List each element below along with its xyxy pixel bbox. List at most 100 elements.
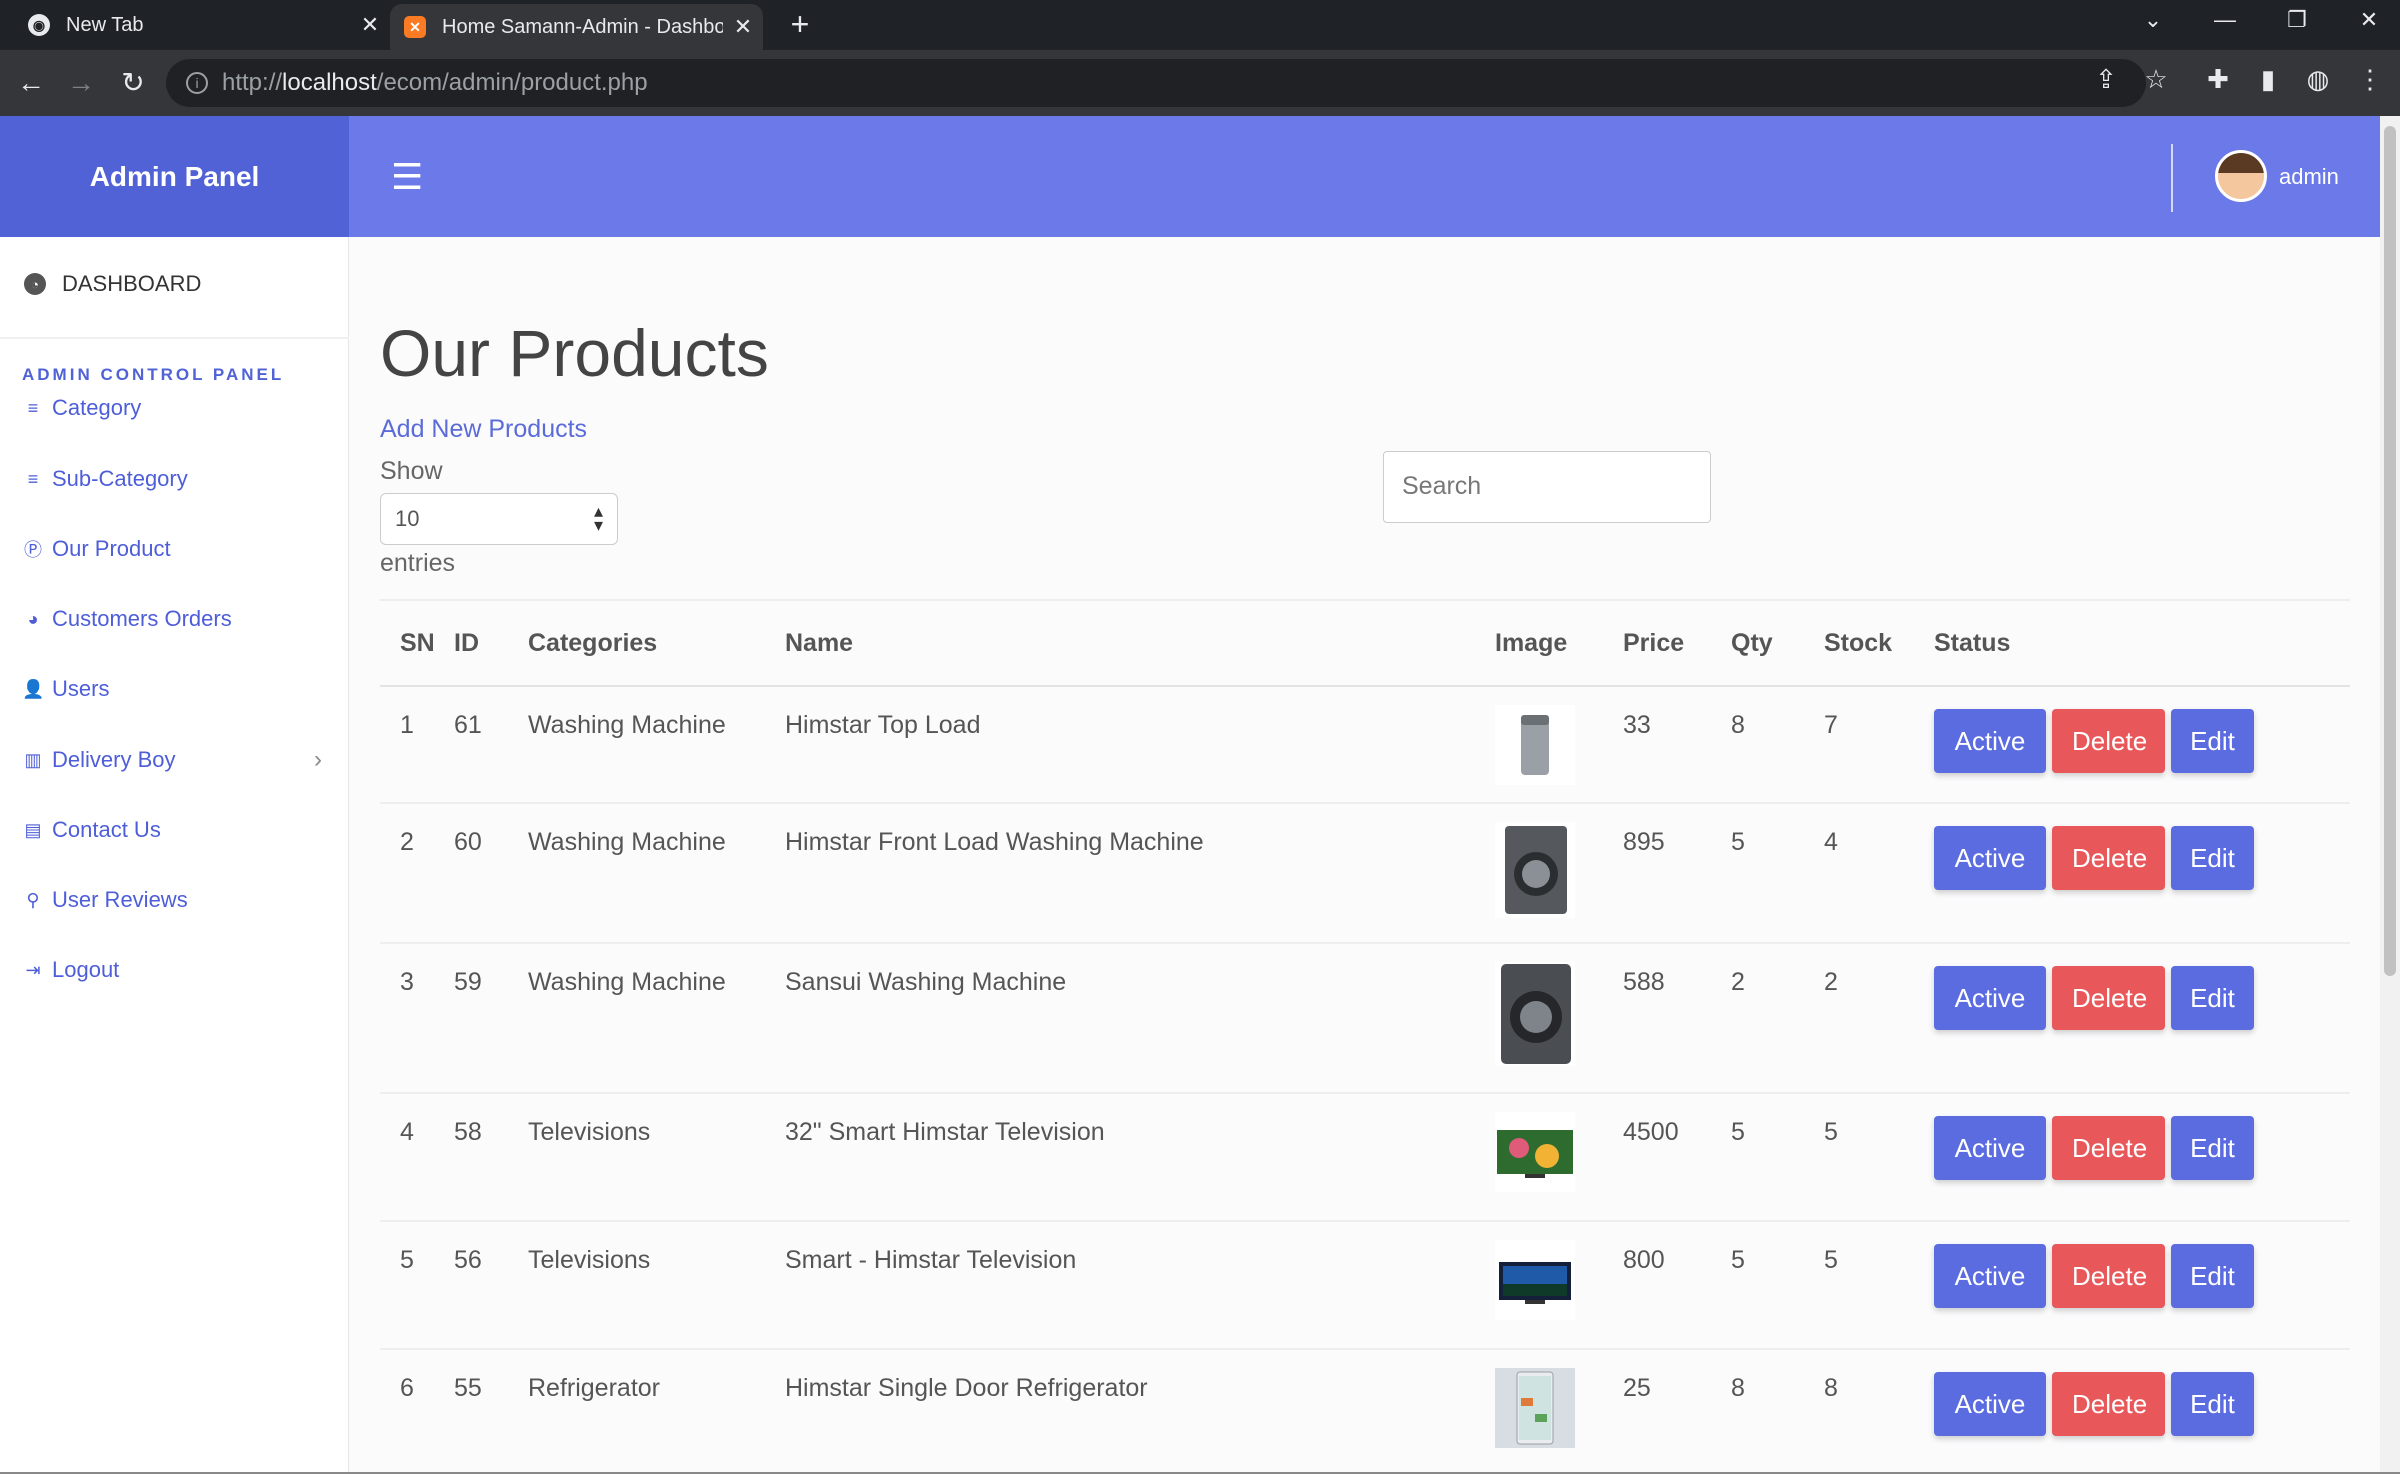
sidebar-item-customers-orders[interactable]: ◕ Customers Orders [22, 606, 322, 632]
active-button[interactable]: Active [1934, 1372, 2046, 1436]
column-header[interactable]: Name [785, 599, 1495, 687]
edit-button[interactable]: Edit [2171, 1116, 2254, 1180]
chevron-right-icon[interactable]: › [314, 746, 322, 774]
column-header[interactable]: ID [454, 599, 528, 687]
minimize-icon[interactable]: — [2190, 0, 2260, 44]
sort-arrows-icon: ▴ ▾ [593, 501, 603, 535]
cell-id: 58 [454, 1093, 528, 1222]
sign-out-icon: ⇥ [25, 959, 41, 980]
sidebar-item-contact-us[interactable]: ▤ Contact Us [22, 817, 322, 843]
sidebar-item-our-product[interactable]: Ⓟ Our Product [22, 536, 322, 562]
sidebar-item-category[interactable]: ≡ Category [22, 395, 322, 421]
sidebar-item-label: Sub-Category [52, 466, 188, 491]
sidebar-item-user-reviews[interactable]: ⚲ User Reviews [22, 887, 322, 913]
product-image [1495, 822, 1575, 918]
delete-button[interactable]: Delete [2052, 1244, 2165, 1308]
table-header-row: SN ID Categories Name Image Price Qty St… [380, 599, 2350, 687]
sidebar-item-label: DASHBOARD [62, 271, 202, 296]
delete-button[interactable]: Delete [2052, 1116, 2165, 1180]
xampp-icon: ✕ [404, 16, 426, 38]
table-row: 4 58 Televisions 32" Smart Himstar Telev… [380, 1093, 2350, 1222]
column-header[interactable]: Image [1495, 599, 1623, 687]
profile-icon[interactable]: ◍ [2298, 64, 2338, 95]
cell-price: 800 [1623, 1221, 1731, 1350]
sidebar-item-dashboard[interactable]: ◔ DASHBOARD [24, 271, 201, 297]
cell-image [1495, 803, 1623, 944]
info-icon[interactable]: i [186, 72, 208, 94]
url-host: localhost [282, 69, 377, 96]
cell-name: Himstar Top Load [785, 686, 1495, 804]
edit-button[interactable]: Edit [2171, 826, 2254, 890]
avatar[interactable] [2215, 150, 2267, 202]
window-close-icon[interactable]: ✕ [2334, 0, 2400, 44]
delete-button[interactable]: Delete [2052, 826, 2165, 890]
cell-price: 588 [1623, 943, 1731, 1094]
cell-price: 895 [1623, 803, 1731, 944]
product-image [1495, 705, 1575, 785]
search-input[interactable]: Search [1383, 451, 1711, 523]
bookmark-star-icon[interactable]: ☆ [2136, 64, 2176, 95]
reload-icon[interactable]: ↻ [112, 62, 154, 104]
scrollbar-thumb[interactable] [2384, 126, 2396, 976]
column-header[interactable]: Price [1623, 599, 1731, 687]
sidebar-item-label: Customers Orders [52, 606, 232, 631]
browser-tab-new-tab[interactable]: ◉ New Tab ✕ [0, 0, 390, 50]
edit-button[interactable]: Edit [2171, 1244, 2254, 1308]
product-image [1495, 962, 1575, 1066]
close-icon[interactable]: ✕ [350, 12, 390, 38]
edit-button[interactable]: Edit [2171, 709, 2254, 773]
extensions-icon[interactable]: ✚ [2198, 64, 2238, 95]
user-name[interactable]: admin [2279, 164, 2339, 190]
products-table: SN ID Categories Name Image Price Qty St… [380, 599, 2350, 1478]
cell-id: 55 [454, 1349, 528, 1478]
product-hunt-icon: Ⓟ [24, 540, 42, 560]
tab-title: New Tab [66, 13, 144, 36]
restore-icon[interactable]: ❐ [2262, 0, 2332, 44]
active-button[interactable]: Active [1934, 826, 2046, 890]
menu-icon[interactable]: ⋮ [2350, 64, 2390, 95]
sidebar-item-users[interactable]: 👤 Users [22, 676, 322, 702]
share-icon[interactable]: ⇪ [2086, 64, 2126, 95]
close-icon[interactable]: ✕ [723, 14, 763, 40]
sidebar-item-delivery-boy[interactable]: ▥ Delivery Boy › [22, 746, 322, 774]
hamburger-icon[interactable]: ☰ [391, 156, 423, 198]
cell-category: Washing Machine [528, 686, 785, 804]
page-scrollbar[interactable] [2380, 116, 2400, 1472]
back-icon[interactable]: ← [10, 62, 52, 104]
column-header[interactable]: Status [1934, 599, 2350, 687]
tab-search-icon[interactable]: ⌄ [2118, 0, 2188, 44]
sidebar-section-heading: ADMIN CONTROL PANEL [22, 365, 285, 384]
cell-name: Himstar Front Load Washing Machine [785, 803, 1495, 944]
url-field[interactable]: i http://localhost/ecom/admin/product.ph… [166, 59, 2146, 107]
cell-image [1495, 943, 1623, 1094]
sidebar-item-label: Our Product [52, 536, 171, 561]
cell-id: 61 [454, 686, 528, 804]
add-new-products-link[interactable]: Add New Products [380, 415, 587, 444]
active-button[interactable]: Active [1934, 966, 2046, 1030]
cell-category: Washing Machine [528, 943, 785, 1094]
list-icon: ≡ [27, 468, 39, 489]
column-header[interactable]: Qty [1731, 599, 1824, 687]
edit-button[interactable]: Edit [2171, 966, 2254, 1030]
edit-button[interactable]: Edit [2171, 1372, 2254, 1436]
forward-icon[interactable]: → [60, 62, 102, 104]
delete-button[interactable]: Delete [2052, 966, 2165, 1030]
cell-sn: 6 [380, 1349, 454, 1478]
column-header[interactable]: SN [380, 599, 454, 687]
column-header[interactable]: Categories [528, 599, 785, 687]
cell-sn: 3 [380, 943, 454, 1094]
delete-button[interactable]: Delete [2052, 1372, 2165, 1436]
side-panel-icon[interactable]: ▮ [2248, 64, 2288, 95]
delete-button[interactable]: Delete [2052, 709, 2165, 773]
sidebar-item-sub-category[interactable]: ≡ Sub-Category [22, 466, 322, 492]
new-tab-button[interactable]: + [780, 4, 820, 44]
active-button[interactable]: Active [1934, 1244, 2046, 1308]
active-button[interactable]: Active [1934, 1116, 2046, 1180]
cell-id: 59 [454, 943, 528, 1094]
browser-tab-admin[interactable]: ✕ Home Samann-Admin - Dashboard ✕ [390, 4, 763, 50]
entries-select[interactable]: 10 ▴ ▾ [380, 493, 618, 545]
sidebar-item-logout[interactable]: ⇥ Logout [22, 957, 322, 983]
column-header[interactable]: Stock [1824, 599, 1934, 687]
active-button[interactable]: Active [1934, 709, 2046, 773]
brand-title[interactable]: Admin Panel [0, 116, 349, 237]
